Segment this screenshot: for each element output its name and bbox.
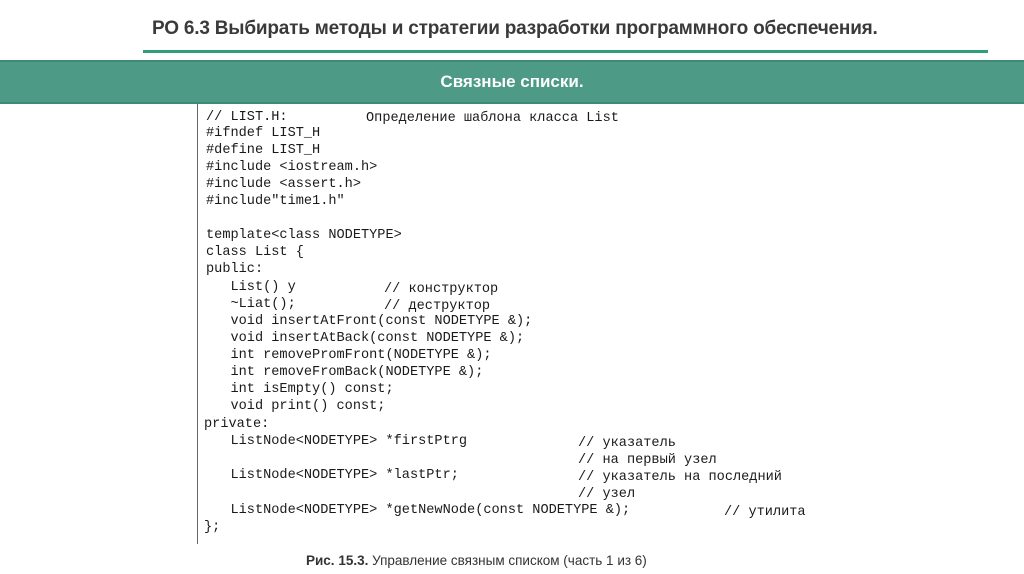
code-line: #ifndef LIST_H [206, 126, 321, 141]
figure-caption: Рис. 15.3. Управление связным списком (ч… [306, 553, 647, 568]
code-line: int removePromFront(NODETYPE &); [206, 348, 492, 363]
code-line: void insertAtFront(const NODETYPE &); [206, 314, 533, 329]
title-divider [143, 50, 988, 53]
caption-text: Управление связным списком (часть 1 из 6… [368, 553, 647, 568]
code-line: int removeFromBack(NODETYPE &); [206, 365, 484, 380]
code-line: private: [204, 417, 270, 432]
code-line: ListNode<NODETYPE> *getNewNode(const NOD… [206, 503, 631, 518]
banner-label: Связные списки. [440, 72, 584, 91]
code-line: #include <iostream.h> [206, 160, 378, 175]
code-line: int isEmpty() const; [206, 382, 394, 397]
code-line: ListNode<NODETYPE> *firstPtrg [206, 434, 468, 449]
code-line: // LIST.H: [206, 110, 288, 125]
code-line: ~Liat(); [206, 297, 296, 312]
code-line: class List { [206, 245, 304, 260]
code-comment: // деструктор [384, 299, 491, 314]
code-line: #include"time1.h" [206, 194, 345, 209]
code-line: List() y [206, 280, 296, 295]
code-line: void insertAtBack(const NODETYPE &); [206, 331, 525, 346]
code-line: #include <assert.h> [206, 177, 361, 192]
code-comment: // указатель [578, 436, 676, 451]
code-comment: // утилита [724, 505, 806, 520]
code-line: #define LIST_H [206, 143, 321, 158]
code-comment: // узел [578, 487, 636, 502]
code-line: ListNode<NODETYPE> *lastPtr; [206, 468, 459, 483]
code-comment: // на первый узел [578, 453, 717, 468]
page-title: РО 6.3 Выбирать методы и стратегии разра… [152, 18, 878, 39]
code-line: template<class NODETYPE> [206, 228, 402, 243]
figure-number: Рис. 15.3. [306, 553, 369, 568]
code-left-border [197, 104, 198, 544]
code-line: }; [204, 520, 221, 535]
code-comment: // конструктор [384, 282, 499, 297]
code-listing: // LIST.H: Определение шаблона класса Li… [0, 0, 806, 535]
code-line: void print() const; [206, 399, 386, 414]
section-banner: Связные списки. [0, 60, 1024, 104]
code-comment: Определение шаблона класса List [366, 111, 619, 126]
code-line: public: [206, 262, 264, 277]
code-comment: // указатель на последний [578, 470, 782, 485]
